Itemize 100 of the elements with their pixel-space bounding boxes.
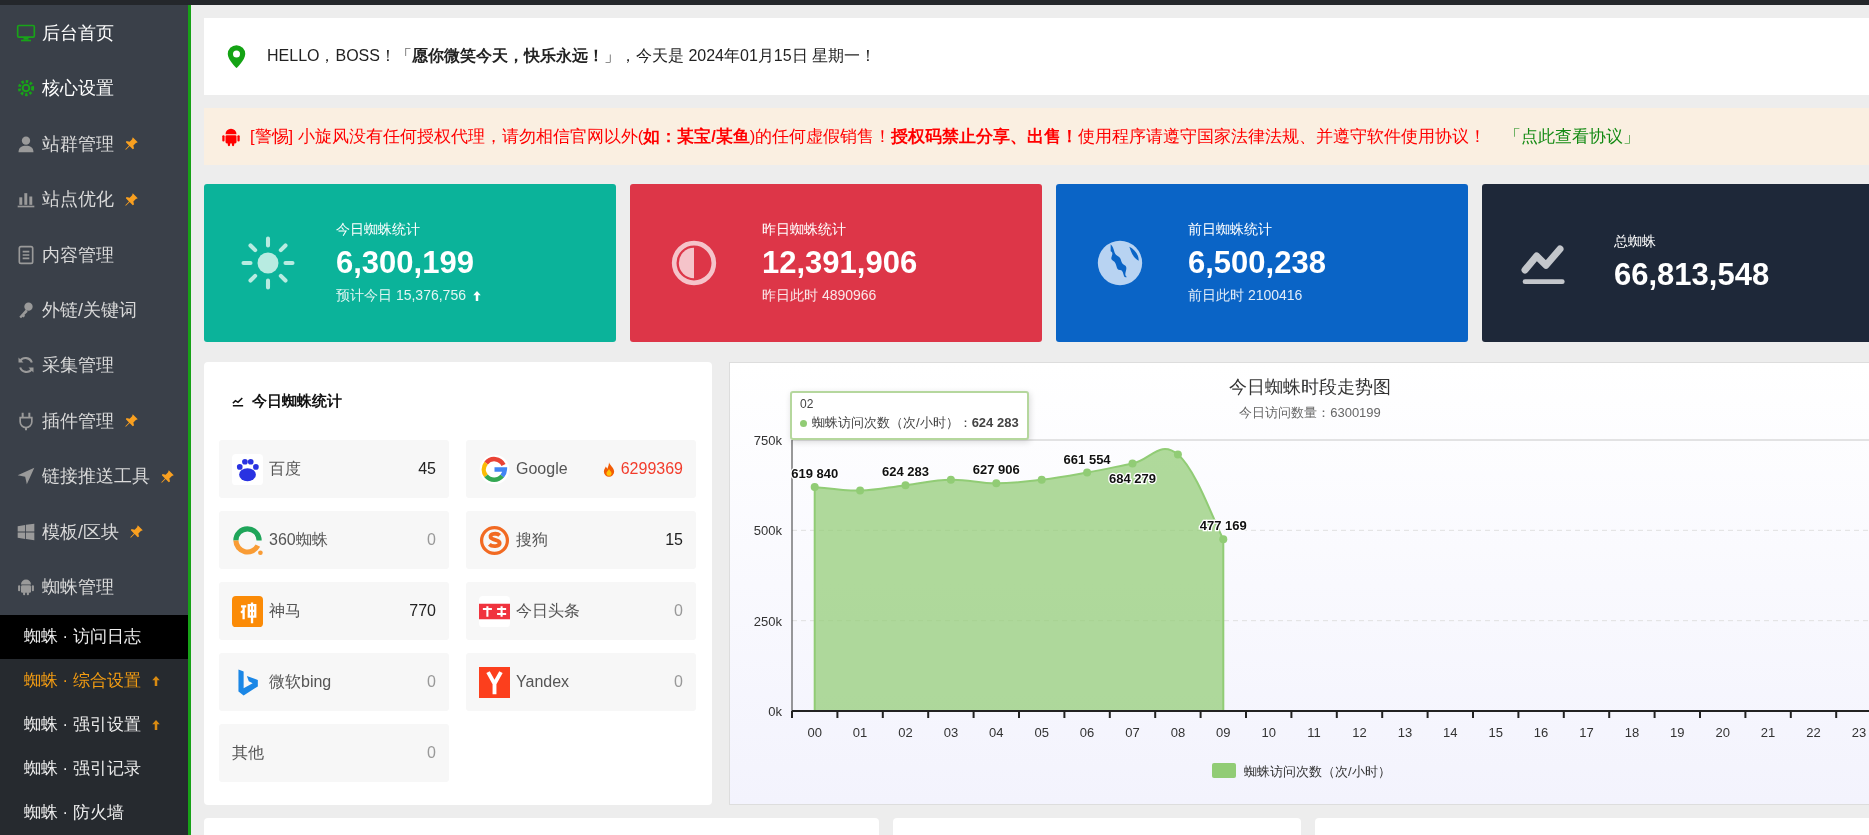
x-tick-label: 04 — [989, 725, 1004, 740]
value-label: 661 554 — [1063, 451, 1111, 467]
engine-count: 0 — [427, 531, 436, 549]
engine-name: 微软bing — [269, 671, 333, 692]
data-point[interactable] — [1173, 450, 1182, 459]
submenu-item[interactable]: 蜘蛛 · 防火墙 — [0, 791, 188, 835]
card-title: 前日蜘蛛统计 — [1188, 221, 1273, 239]
warning-text: [警惕] 小旋风没有任何授权代理，请勿相信官网以外(如：某宝/某鱼)的任何虚假销售！授权码禁止分享、出售！使用程序请遵守国家法律法规、并遵守软件使用协议！ — [250, 125, 1487, 147]
value-label: 627 906 — [972, 462, 1020, 478]
legend-swatch[interactable] — [1212, 763, 1236, 778]
y-tick-label: 0k — [768, 704, 782, 719]
engine-count: 0 — [674, 673, 683, 691]
x-tick-label: 18 — [1624, 725, 1640, 740]
chart-title: 今日蜘蛛时段走势图 — [1229, 377, 1391, 397]
nav-item[interactable]: 后台首页 — [0, 5, 188, 61]
engine-name: 其他 — [232, 742, 265, 763]
engine-count: 770 — [409, 602, 436, 620]
monitor-icon — [16, 22, 36, 43]
series-dot — [800, 419, 807, 427]
y-tick-label: 500k — [753, 523, 782, 539]
x-tick-label: 15 — [1488, 725, 1503, 740]
card-value: 6,500,238 — [1188, 245, 1326, 281]
document-icon — [16, 244, 36, 265]
nav-item[interactable]: 蜘蛛管理 — [0, 559, 188, 615]
x-tick-label: 06 — [1079, 725, 1095, 740]
submenu-item[interactable]: 蜘蛛 · 强引记录 — [0, 747, 188, 791]
refresh-icon — [16, 355, 36, 376]
windows-icon — [16, 521, 36, 542]
card-note: 前日此时 2100416 — [1188, 287, 1303, 305]
data-point[interactable] — [901, 481, 910, 490]
line-chart-icon — [232, 395, 244, 407]
y-tick-label: 750k — [753, 433, 782, 448]
card-title: 总蜘蛛 — [1614, 233, 1657, 251]
data-point[interactable] — [946, 475, 955, 484]
submenu-item[interactable]: 蜘蛛 · 综合设置 — [0, 659, 188, 703]
android-icon — [16, 577, 36, 598]
data-point[interactable] — [1037, 475, 1046, 484]
nav-item[interactable]: 插件管理 — [0, 393, 188, 449]
card-note: 预计今日 15,376,756 — [336, 287, 466, 305]
data-point[interactable] — [992, 479, 1001, 488]
card-note: 昨日此时 4890966 — [762, 287, 877, 305]
legend-label[interactable]: 蜘蛛访问次数（次/小时） — [1244, 764, 1391, 779]
g-logo-icon — [479, 453, 510, 485]
card-title: 昨日蜘蛛统计 — [762, 221, 847, 239]
engine-name: Google — [516, 460, 569, 478]
engine-name: 神马 — [269, 600, 302, 621]
nav-item[interactable]: 内容管理 — [0, 226, 188, 283]
data-point[interactable] — [856, 486, 865, 495]
engine-count: 15 — [665, 531, 683, 549]
engine-count: 0 — [427, 744, 436, 762]
value-label: 477 169 — [1199, 518, 1247, 534]
x-tick-label: 22 — [1806, 725, 1821, 740]
nav-item[interactable]: 核心设置 — [0, 60, 188, 116]
x-tick-label: 09 — [1216, 725, 1231, 740]
location-pin-icon — [226, 44, 247, 69]
x-tick-label: 19 — [1670, 725, 1685, 740]
x-tick-label: 17 — [1579, 725, 1594, 740]
s-logo-icon — [479, 524, 510, 556]
nav-item[interactable]: 站群管理 — [0, 115, 188, 172]
headline-logo-icon — [479, 595, 510, 627]
engine-name: 搜狗 — [516, 529, 549, 550]
data-point[interactable] — [1128, 459, 1137, 468]
sun-icon — [240, 235, 296, 291]
x-tick-label: 03 — [943, 725, 959, 740]
agreement-link[interactable]: 「点此查看协议」 — [1504, 125, 1641, 148]
x-tick-label: 02 — [898, 725, 913, 740]
card-title: 今日蜘蛛统计 — [336, 221, 421, 239]
engine-name: 今日头条 — [516, 600, 581, 621]
nav-item[interactable]: 站点优化 — [0, 171, 188, 227]
x-tick-label: 21 — [1760, 725, 1776, 740]
value-label: 624 283 — [882, 464, 929, 480]
greeting-text: HELLO，BOSS！「愿你微笑今天，快乐永远！」，今天是 2024年01月15日 星期一！ — [267, 46, 876, 66]
submenu-item[interactable]: 蜘蛛 · 访问日志 — [0, 615, 188, 659]
x-tick-label: 13 — [1397, 725, 1413, 740]
nav-item[interactable]: 链接推送工具 — [0, 448, 188, 505]
data-point[interactable] — [1219, 535, 1228, 544]
gear-icon — [16, 78, 36, 99]
y-logo-icon — [479, 666, 510, 698]
engine-name: 百度 — [269, 458, 302, 479]
x-tick-label: 10 — [1261, 725, 1276, 740]
x-tick-label: 12 — [1352, 725, 1367, 740]
data-point[interactable] — [1083, 468, 1092, 477]
card-value: 6,300,199 — [336, 245, 475, 281]
plug-icon — [16, 410, 36, 431]
data-point[interactable] — [810, 482, 819, 491]
x-tick-label: 00 — [807, 725, 822, 740]
paw-icon — [232, 453, 263, 485]
card-value: 12,391,906 — [762, 245, 918, 281]
nav-item[interactable]: 模板/区块 — [0, 504, 188, 560]
x-tick-label: 01 — [852, 725, 868, 740]
submenu-item[interactable]: 蜘蛛 · 强引设置 — [0, 703, 188, 747]
x-tick-label: 05 — [1034, 725, 1049, 740]
y-tick-label: 250k — [753, 613, 782, 629]
nav-item[interactable]: 外链/关键词 — [0, 282, 188, 338]
nav-item[interactable]: 采集管理 — [0, 337, 188, 394]
engine-count: 6299369 — [620, 460, 683, 478]
engine-name: 360蜘蛛 — [269, 529, 329, 550]
x-tick-label: 11 — [1307, 725, 1321, 740]
card-value: 66,813,548 — [1614, 257, 1770, 293]
tooltip-title: 02 — [800, 397, 815, 411]
